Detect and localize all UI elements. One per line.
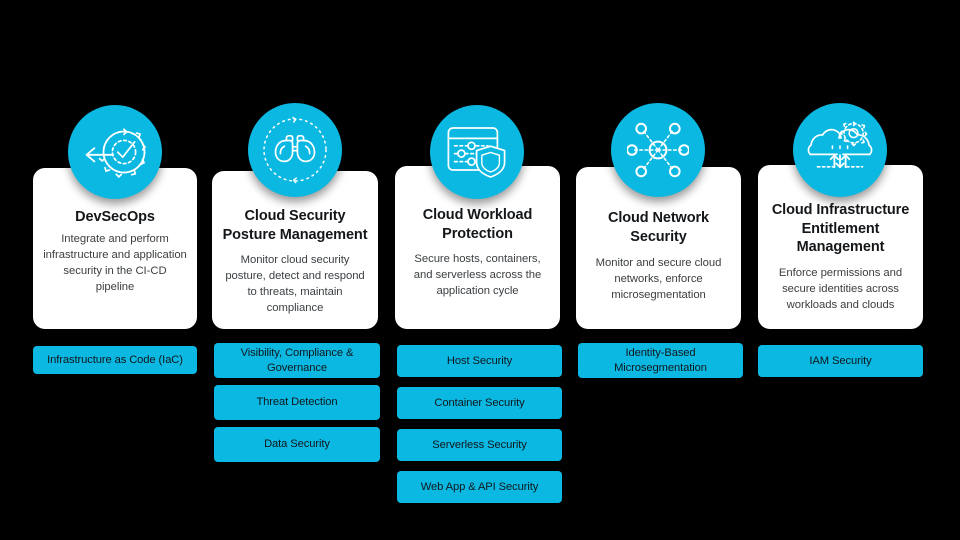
binoculars-icon [248,103,342,197]
capability-pill[interactable]: Visibility, Compliance & Governance [214,343,380,378]
card-title: DevSecOps [75,209,155,225]
card-description: Secure hosts, containers, and serverless… [413,253,542,298]
capability-pill[interactable]: Infrastructure as Code (IaC) [33,346,197,374]
capability-pill[interactable]: Container Security [397,387,562,419]
card-description: Monitor cloud security posture, detect a… [225,254,365,315]
cloud-gear-arrows-icon [793,103,887,197]
capability-pill[interactable]: IAM Security [758,345,923,377]
capability-pill[interactable]: Data Security [214,427,380,462]
dashboard-sliders-shield-icon [430,105,524,199]
card-description: Enforce permissions and secure identitie… [778,266,903,311]
capability-pill[interactable]: Web App & API Security [397,471,562,503]
card-description: Integrate and perform infrastructure and… [43,232,187,293]
card-title: Cloud Infrastructure Entitlement Managem… [771,202,910,256]
card-description: Monitor and secure cloud networks, enfor… [595,257,722,302]
devsecops-gear-check-arrow-icon [68,105,162,199]
capability-pill[interactable]: Serverless Security [397,429,562,461]
card-title: Cloud Workload Protection [422,207,533,242]
card-title: Cloud Network Security [607,210,709,245]
capability-pill[interactable]: Host Security [397,345,562,377]
card-title: Cloud Security Posture Management [222,208,368,243]
capability-pill[interactable]: Threat Detection [214,385,380,420]
capability-pill[interactable]: Identity-Based Microsegmentation [578,343,743,378]
diagram-canvas: DevSecOps Integrate and perform infrastru… [0,0,960,540]
network-hub-nodes-icon [611,103,705,197]
